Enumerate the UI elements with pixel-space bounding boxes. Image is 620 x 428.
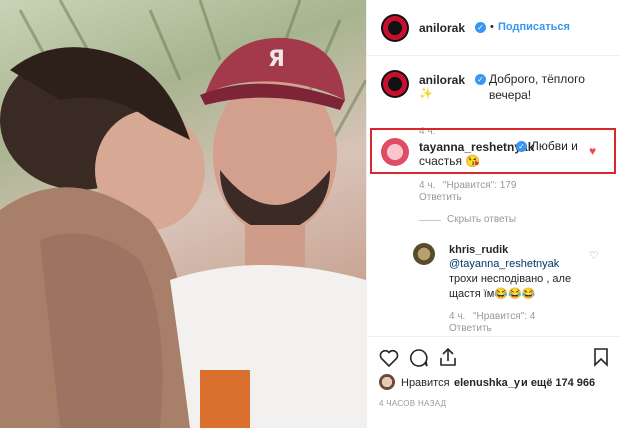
reply-author-username[interactable]: khris_rudik [449, 244, 508, 256]
like-heart-outline-icon[interactable]: ♡ [589, 249, 599, 262]
replies-divider-line [419, 220, 441, 221]
hide-replies-button[interactable]: Скрыть ответы [447, 214, 516, 225]
liked-heart-icon[interactable]: ♥ [589, 144, 596, 158]
reply-text-line2: трохи несподівано , але [449, 273, 572, 285]
instagram-post-view: Я anilorak ✓ • Подписаться anilorak ✓ До… [0, 0, 620, 428]
like-heart-icon[interactable] [379, 349, 399, 367]
reply-text-line3: щастя їм😂😂😂 [449, 288, 536, 300]
post-time-ago: 4 ЧАСОВ НАЗАД [379, 399, 447, 408]
likes-prefix: Нравится [401, 377, 450, 389]
comment-author-avatar[interactable] [381, 138, 409, 166]
post-actions-bar: Нравится elenushka_y и ещё 174 966 4 ЧАС… [367, 336, 620, 428]
share-icon[interactable] [439, 347, 457, 367]
caption-sparkle: ✨ [419, 88, 433, 100]
bookmark-icon[interactable] [593, 347, 609, 367]
comment-text-line2: счастья 😘 [419, 154, 481, 168]
photo-illustration: Я [0, 0, 366, 428]
follow-button[interactable]: Подписаться [498, 21, 570, 33]
reply-author-avatar[interactable] [413, 243, 435, 265]
reply-mention-link[interactable]: @tayanna_reshetnyak [449, 256, 559, 272]
comment-reply-button[interactable]: Ответить [419, 192, 462, 203]
caption-text: Доброго, тёплого вечера! [489, 72, 585, 102]
verified-badge-icon: ✓ [516, 141, 527, 152]
author-username[interactable]: anilorak [419, 21, 465, 35]
separator-dot: • [490, 21, 494, 33]
comment-bubble-icon[interactable] [409, 348, 429, 368]
likes-count-link[interactable]: и ещё 174 966 [521, 377, 595, 389]
post-photo: Я [0, 0, 366, 428]
post-side-panel: anilorak ✓ • Подписаться anilorak ✓ Добр… [366, 0, 620, 428]
svg-text:Я: Я [268, 47, 285, 72]
author-avatar[interactable] [381, 14, 409, 42]
reply-reply-button[interactable]: Ответить [449, 323, 492, 334]
comment-time: 4 ч. [419, 180, 436, 191]
liker-avatar[interactable] [379, 374, 395, 390]
comment-text-line1: Любви и [531, 139, 578, 153]
verified-badge-icon: ✓ [475, 74, 486, 85]
caption-author-username[interactable]: anilorak [419, 73, 465, 87]
liker-username[interactable]: elenushka_y [454, 377, 520, 389]
reply-likes-count[interactable]: "Нравится": 4 [473, 311, 535, 322]
verified-badge-icon: ✓ [475, 22, 486, 33]
caption-author-avatar[interactable] [381, 70, 409, 98]
post-header: anilorak ✓ • Подписаться [367, 0, 620, 56]
comment-likes-count[interactable]: "Нравится": 179 [443, 180, 516, 191]
reply-time: 4 ч. [449, 311, 466, 322]
